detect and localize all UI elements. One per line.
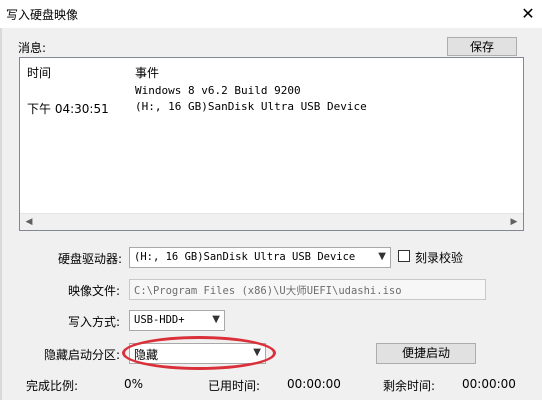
progress-value: 0%: [124, 377, 144, 391]
horizontal-scrollbar[interactable]: ◀ ▶: [20, 213, 523, 230]
log-row-2-event: (H:, 16 GB)SanDisk Ultra USB Device: [135, 100, 367, 113]
scroll-right-icon[interactable]: ▶: [507, 215, 521, 229]
hidden-partition-label: 隐藏启动分区:: [44, 348, 121, 362]
verify-label: 刻录校验: [415, 251, 464, 265]
elapsed-time-label: 已用时间:: [208, 379, 261, 393]
drive-select-value: (H:, 16 GB)SanDisk Ultra USB Device: [134, 251, 356, 263]
scroll-left-icon[interactable]: ◀: [22, 215, 36, 229]
window-left-border: [0, 28, 2, 400]
column-header-event[interactable]: 事件: [135, 64, 159, 81]
write-method-select[interactable]: USB-HDD+ ▼: [129, 310, 225, 331]
remaining-time-value: 00:00:00: [462, 377, 516, 391]
image-file-label: 映像文件:: [68, 284, 121, 298]
write-method-value: USB-HDD+: [134, 314, 185, 326]
chevron-down-icon: ▼: [378, 251, 386, 262]
highlight-circle: [122, 336, 276, 370]
verify-checkbox[interactable]: [398, 250, 410, 262]
elapsed-time-value: 00:00:00: [287, 377, 341, 391]
quick-boot-button[interactable]: 便捷启动: [376, 343, 476, 364]
message-log[interactable]: 时间 事件 Windows 8 v6.2 Build 9200 下午 04:30…: [19, 57, 524, 231]
window-title: 写入硬盘映像: [6, 8, 79, 22]
column-header-time[interactable]: 时间: [27, 64, 51, 81]
drive-select[interactable]: (H:, 16 GB)SanDisk Ultra USB Device ▼: [129, 247, 391, 268]
progress-label: 完成比例:: [26, 379, 79, 393]
image-file-field[interactable]: C:\Program Files (x86)\U大师UEFI\udashi.is…: [129, 279, 486, 300]
drive-label: 硬盘驱动器:: [58, 252, 123, 266]
messages-label: 消息:: [18, 41, 47, 55]
close-icon[interactable]: ✕: [514, 2, 542, 26]
title-bar: 写入硬盘映像 ✕: [0, 0, 542, 28]
chevron-down-icon: ▼: [212, 314, 220, 325]
save-button[interactable]: 保存: [447, 37, 517, 56]
log-row-1-event: Windows 8 v6.2 Build 9200: [135, 84, 301, 97]
log-row-2-time: 下午 04:30:51: [27, 102, 109, 116]
write-method-label: 写入方式:: [68, 315, 121, 329]
remaining-time-label: 剩余时间:: [383, 379, 436, 393]
image-file-value: C:\Program Files (x86)\U大师UEFI\udashi.is…: [134, 285, 402, 297]
